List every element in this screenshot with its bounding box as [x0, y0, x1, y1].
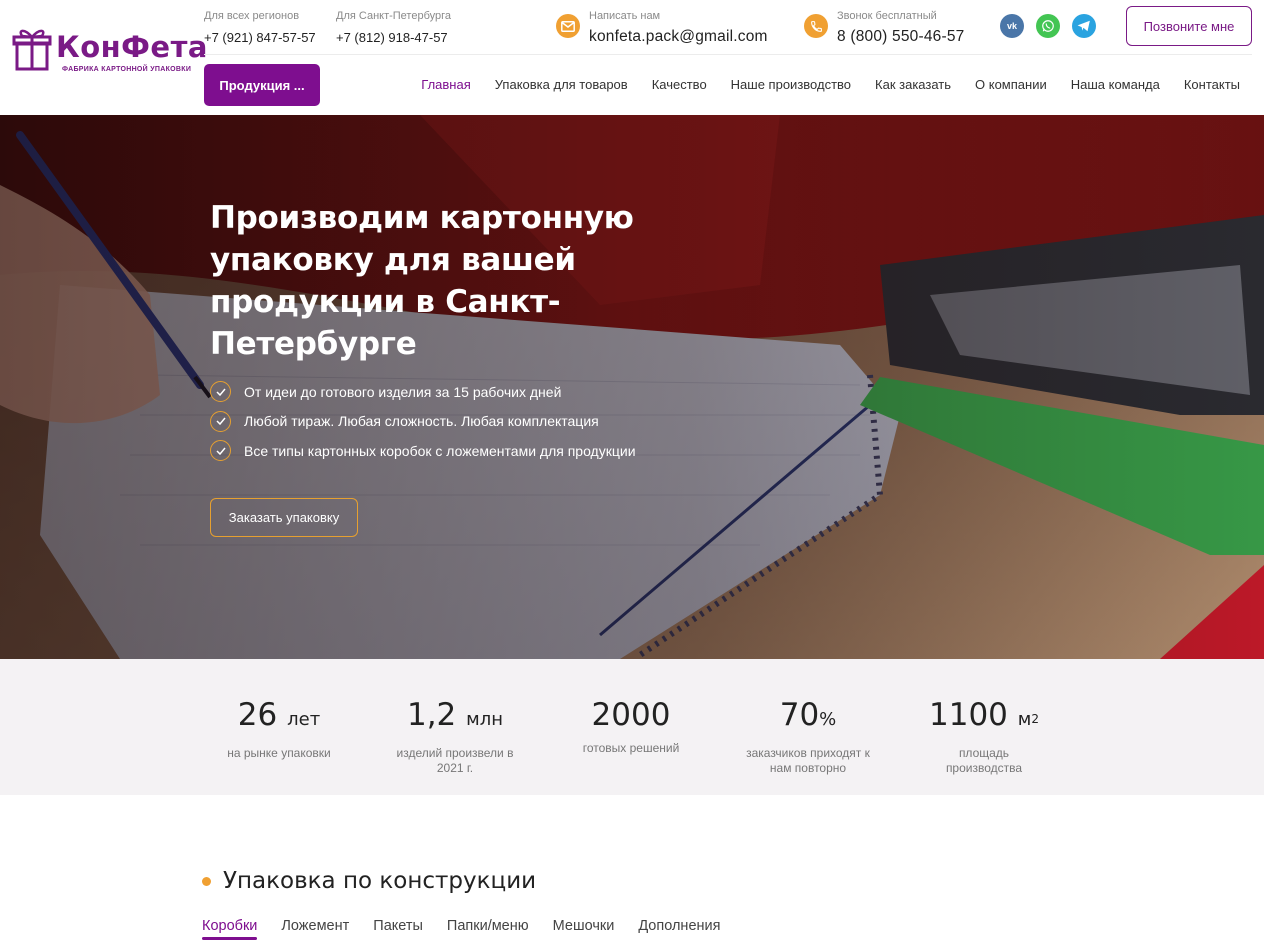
stat-area: 1100 м2 площадь производства	[899, 695, 1069, 776]
tab-bags[interactable]: Пакеты	[373, 917, 423, 935]
nav-item-quality[interactable]: Качество	[652, 76, 707, 94]
logo[interactable]: КонФета ФАБРИКА КАРТОННОЙ УПАКОВКИ	[12, 24, 207, 80]
stat-unit: м	[1017, 709, 1032, 730]
check-icon	[210, 440, 231, 462]
tab-inserts[interactable]: Ложемент	[281, 917, 349, 935]
check-icon	[210, 381, 231, 403]
telegram-icon[interactable]	[1072, 14, 1096, 38]
nav-item-packaging[interactable]: Упаковка для товаров	[495, 76, 628, 94]
phone-spb-label: Для Санкт-Петербурга	[336, 10, 452, 22]
email-label: Написать нам	[589, 10, 661, 22]
logo-wordmark: КонФета	[56, 30, 208, 64]
main-nav: Главная Упаковка для товаров Качество На…	[397, 76, 1240, 94]
section-title: Упаковка по конструкции	[223, 868, 537, 894]
gift-box-icon	[12, 29, 52, 71]
mail-icon	[556, 14, 580, 38]
benefit-item: От идеи до готового изделия за 15 рабочи…	[210, 377, 636, 407]
stat-years: 26 лет на рынке упаковки	[194, 695, 364, 761]
stat-unit: %	[819, 709, 837, 730]
nav-item-about[interactable]: О компании	[975, 76, 1047, 94]
stat-value: 26 лет	[194, 695, 364, 740]
benefit-item: Любой тираж. Любая сложность. Любая комп…	[210, 407, 636, 437]
stat-label: на рынке упаковки	[227, 746, 331, 760]
phone-regions: Для всех регионов +7 (921) 847-57-57	[204, 9, 316, 47]
whatsapp-icon[interactable]	[1036, 14, 1060, 38]
nav-item-production[interactable]: Наше производство	[731, 76, 851, 94]
products-menu-button[interactable]: Продукция ...	[204, 64, 320, 106]
header-divider	[204, 54, 1252, 55]
stat-value: 70%	[723, 695, 893, 740]
call-me-button[interactable]: Позвоните мне	[1126, 6, 1252, 46]
stat-label: изделий произвели в 2021 г.	[396, 746, 514, 775]
phone-regions-number[interactable]: +7 (921) 847-57-57	[204, 29, 316, 47]
section-bullet-icon	[202, 877, 211, 886]
stat-label: заказчиков приходят к нам повторно	[746, 746, 870, 775]
benefit-text: Любой тираж. Любая сложность. Любая комп…	[244, 413, 599, 430]
nav-item-how-to-order[interactable]: Как заказать	[875, 76, 951, 94]
nav-item-team[interactable]: Наша команда	[1071, 76, 1160, 94]
construction-tabs: Коробки Ложемент Пакеты Папки/меню Мешоч…	[202, 917, 744, 940]
stat-number: 1100	[929, 697, 1008, 733]
phone-icon	[804, 14, 828, 38]
benefit-item: Все типы картонных коробок с ложементами…	[210, 436, 636, 466]
order-packaging-button[interactable]: Заказать упаковку	[210, 498, 358, 537]
stat-number: 70	[779, 697, 820, 733]
free-call-contact: Звонок бесплатный 8 (800) 550-46-57	[837, 9, 964, 46]
stat-number: 26	[237, 697, 278, 733]
tab-boxes[interactable]: Коробки	[202, 917, 258, 940]
benefit-text: Все типы картонных коробок с ложементами…	[244, 442, 636, 459]
free-call-label: Звонок бесплатный	[837, 10, 937, 22]
check-icon	[210, 410, 231, 432]
stat-unit: млн	[466, 709, 504, 730]
benefit-text: От идеи до готового изделия за 15 рабочи…	[244, 383, 562, 400]
hero-benefits: От идеи до готового изделия за 15 рабочи…	[210, 377, 636, 466]
stats-bar: 26 лет на рынке упаковки 1,2 млн изделий…	[0, 659, 1264, 795]
email-contact: Написать нам konfeta.pack@gmail.com	[589, 9, 768, 46]
tab-extras[interactable]: Дополнения	[638, 917, 720, 935]
phone-regions-label: Для всех регионов	[204, 10, 300, 22]
tab-folders-menus[interactable]: Папки/меню	[447, 917, 529, 935]
nav-item-contacts[interactable]: Контакты	[1184, 76, 1240, 94]
stat-value: 1,2 млн	[370, 695, 540, 740]
logo-tagline: ФАБРИКА КАРТОННОЙ УПАКОВКИ	[62, 66, 192, 73]
stat-number: 2000	[591, 697, 671, 733]
stat-label: готовых решений	[582, 741, 680, 755]
stat-value: 2000	[546, 695, 716, 735]
tab-pouches[interactable]: Мешочки	[553, 917, 615, 935]
stat-products-made: 1,2 млн изделий произвели в 2021 г.	[370, 695, 540, 776]
free-call-number[interactable]: 8 (800) 550-46-57	[837, 28, 964, 46]
hero-title: Производим картонную упаковку для вашей …	[210, 200, 634, 362]
stat-superscript: 2	[1031, 712, 1039, 726]
phone-spb: Для Санкт-Петербурга +7 (812) 918-47-57	[336, 9, 451, 47]
nav-item-home[interactable]: Главная	[421, 76, 470, 94]
stat-label: площадь производства	[945, 746, 1023, 775]
stat-solutions: 2000 готовых решений	[546, 695, 716, 756]
vk-icon[interactable]: vk	[1000, 14, 1024, 38]
stat-number: 1,2	[406, 697, 457, 733]
stat-repeat-customers: 70% заказчиков приходят к нам повторно	[723, 695, 893, 776]
hero-section: Производим картонную упаковку для вашей …	[0, 115, 1264, 659]
site-header: КонФета ФАБРИКА КАРТОННОЙ УПАКОВКИ Для в…	[0, 0, 1264, 115]
stat-unit: лет	[287, 709, 321, 730]
stat-value: 1100 м2	[899, 695, 1069, 740]
email-link[interactable]: konfeta.pack@gmail.com	[589, 28, 768, 46]
phone-spb-number[interactable]: +7 (812) 918-47-57	[336, 29, 451, 47]
